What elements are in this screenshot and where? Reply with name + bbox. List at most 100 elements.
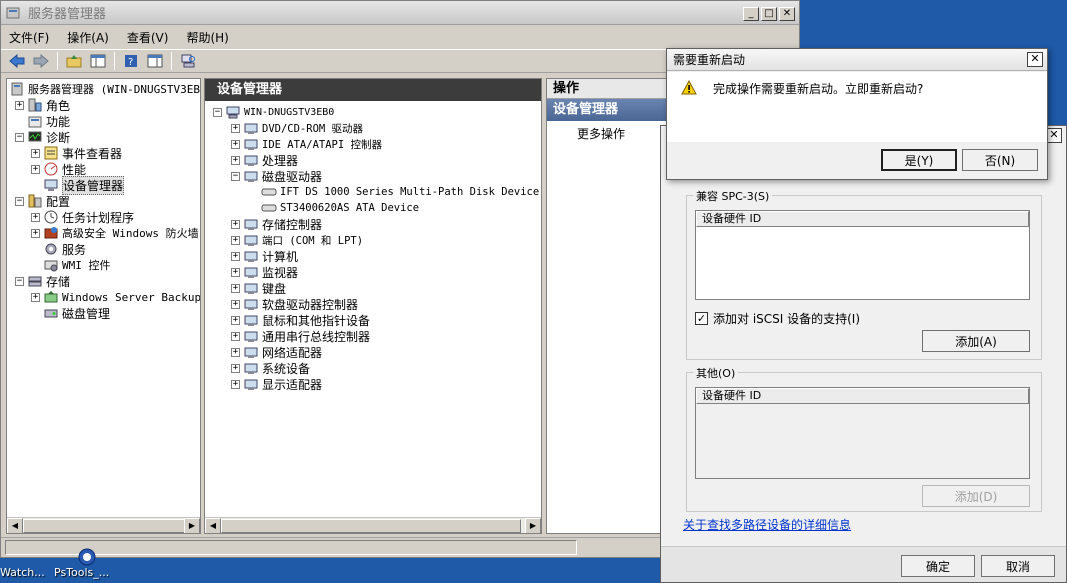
expand-toggle[interactable]: + <box>31 292 40 302</box>
tree-item-label: Windows Server Backup <box>62 290 201 304</box>
device-category[interactable]: + 存储控制器 <box>231 216 322 232</box>
collapse-toggle[interactable]: − <box>15 276 24 286</box>
dialog-close-button[interactable]: ✕ <box>1046 128 1062 143</box>
mpio-details-link-text[interactable]: 关于查找多路径设备的详细信息 <box>683 518 851 532</box>
expand-toggle[interactable]: + <box>31 148 40 158</box>
device-category[interactable]: + 显示适配器 <box>231 376 322 392</box>
device-category[interactable]: + 处理器 <box>231 152 298 168</box>
collapse-toggle[interactable]: − <box>15 132 24 142</box>
expand-toggle[interactable]: + <box>231 219 240 229</box>
restart-dialog-title[interactable]: 需要重新启动 <box>667 49 1047 71</box>
tree-item[interactable]: + 角色 <box>15 97 70 113</box>
action-pane-button[interactable] <box>145 52 165 70</box>
device-category[interactable]: + 鼠标和其他指针设备 <box>231 312 370 328</box>
tree-item[interactable]: − 存储 <box>15 273 70 289</box>
cancel-button[interactable]: 取消 <box>981 555 1055 577</box>
expand-toggle[interactable]: + <box>231 139 240 149</box>
device-item[interactable]: ST3400620AS ATA Device <box>249 200 419 216</box>
expand-toggle[interactable]: + <box>231 379 240 389</box>
expand-toggle[interactable]: + <box>231 331 240 341</box>
expand-toggle[interactable]: + <box>231 283 240 293</box>
maximize-button[interactable]: □ <box>761 7 777 21</box>
expand-toggle[interactable]: + <box>231 123 240 133</box>
device-category[interactable]: + 通用串行总线控制器 <box>231 328 370 344</box>
back-button[interactable] <box>7 52 27 70</box>
tree-item[interactable]: + Windows Server Backup <box>31 289 201 305</box>
tree-item[interactable]: 功能 <box>15 113 70 129</box>
restart-dialog-close-button[interactable]: ✕ <box>1027 52 1043 67</box>
device-category[interactable]: − 磁盘驱动器 <box>231 168 322 184</box>
show-hide-tree-button[interactable] <box>88 52 108 70</box>
expand-toggle[interactable]: + <box>231 235 240 245</box>
menu-file[interactable]: 文件(F) <box>9 29 49 46</box>
minimize-button[interactable]: _ <box>743 7 759 21</box>
tree-root[interactable]: 服务器管理器 (WIN-DNUGSTV3EB <box>9 81 200 97</box>
other-device-list[interactable]: 设备硬件 ID <box>695 387 1030 479</box>
scan-hardware-button[interactable] <box>178 52 198 70</box>
tree-item[interactable]: 磁盘管理 <box>31 305 110 321</box>
expand-toggle[interactable]: + <box>31 212 40 222</box>
desktop-app-icon[interactable] <box>76 548 98 569</box>
scroll-left-button[interactable]: ◀ <box>205 518 221 533</box>
scroll-left-button[interactable]: ◀ <box>7 518 23 533</box>
tree-item[interactable]: + 高级安全 Windows 防火墙 <box>31 225 199 241</box>
title-bar[interactable]: 服务器管理器 _ □ ✕ <box>1 1 799 25</box>
tree-item[interactable]: 服务 <box>31 241 86 257</box>
expand-toggle[interactable]: + <box>231 299 240 309</box>
scroll-right-button[interactable]: ▶ <box>184 518 200 533</box>
scroll-thumb[interactable] <box>23 519 197 533</box>
menu-view[interactable]: 查看(V) <box>127 29 169 46</box>
menu-help[interactable]: 帮助(H) <box>186 29 228 46</box>
close-button[interactable]: ✕ <box>779 7 795 21</box>
tree-item[interactable]: + 任务计划程序 <box>31 209 134 225</box>
tree-item[interactable]: WMI 控件 <box>31 257 111 273</box>
device-category[interactable]: + 软盘驱动器控制器 <box>231 296 358 312</box>
scroll-right-button[interactable]: ▶ <box>525 518 541 533</box>
center-horizontal-scrollbar[interactable]: ◀ ▶ <box>205 517 541 533</box>
expand-toggle[interactable]: + <box>231 347 240 357</box>
expand-toggle[interactable]: + <box>15 100 24 110</box>
collapse-toggle[interactable]: − <box>15 196 24 206</box>
mpio-details-link[interactable]: 关于查找多路径设备的详细信息 <box>683 516 851 533</box>
device-category[interactable]: + 键盘 <box>231 280 286 296</box>
help-button[interactable]: ? <box>121 52 141 70</box>
tree-item[interactable]: + 事件查看器 <box>31 145 122 161</box>
scroll-thumb[interactable] <box>221 519 521 533</box>
iscsi-support-option[interactable]: ✓ 添加对 iSCSI 设备的支持(I) <box>695 310 860 327</box>
device-category[interactable]: + 计算机 <box>231 248 298 264</box>
collapse-toggle[interactable]: − <box>213 107 222 117</box>
add-spc3-button[interactable]: 添加(A) <box>922 330 1030 352</box>
tree-item[interactable]: 设备管理器 <box>31 175 125 195</box>
spc3-device-list[interactable]: 设备硬件 ID <box>695 210 1030 300</box>
tree-item[interactable]: − 配置 <box>15 193 70 209</box>
device-category[interactable]: + DVD/CD-ROM 驱动器 <box>231 120 363 136</box>
other-column-header[interactable]: 设备硬件 ID <box>696 388 1029 404</box>
device-tree-root[interactable]: − WIN-DNUGSTV3EB0 <box>213 104 334 120</box>
yes-button[interactable]: 是(Y) <box>881 149 957 171</box>
device-category[interactable]: + 网络适配器 <box>231 344 322 360</box>
add-other-button[interactable]: 添加(D) <box>922 485 1030 507</box>
no-button[interactable]: 否(N) <box>962 149 1038 171</box>
device-category[interactable]: + 监视器 <box>231 264 298 280</box>
expand-toggle[interactable]: + <box>231 155 240 165</box>
ok-button[interactable]: 确定 <box>901 555 975 577</box>
tree-item[interactable]: − 诊断 <box>15 129 70 145</box>
device-item[interactable]: IFT DS 1000 Series Multi-Path Disk Devic… <box>249 184 539 200</box>
expand-toggle[interactable]: + <box>31 228 40 238</box>
device-category[interactable]: + 端口 (COM 和 LPT) <box>231 232 363 248</box>
device-category[interactable]: + IDE ATA/ATAPI 控制器 <box>231 136 382 152</box>
spc3-column-header[interactable]: 设备硬件 ID <box>696 211 1029 227</box>
expand-toggle[interactable]: + <box>231 363 240 373</box>
expand-toggle[interactable]: + <box>231 315 240 325</box>
menu-action[interactable]: 操作(A) <box>67 29 109 46</box>
device-label: IFT DS 1000 Series Multi-Path Disk Devic… <box>280 186 540 198</box>
expand-toggle[interactable]: + <box>231 267 240 277</box>
expand-toggle[interactable]: + <box>31 164 40 174</box>
up-button[interactable] <box>64 52 84 70</box>
iscsi-checkbox[interactable]: ✓ <box>695 312 708 325</box>
expand-toggle[interactable]: + <box>231 251 240 261</box>
collapse-toggle[interactable]: − <box>231 171 240 181</box>
forward-button[interactable] <box>31 52 51 70</box>
left-horizontal-scrollbar[interactable]: ◀ ▶ <box>7 517 200 533</box>
device-category[interactable]: + 系统设备 <box>231 360 310 376</box>
